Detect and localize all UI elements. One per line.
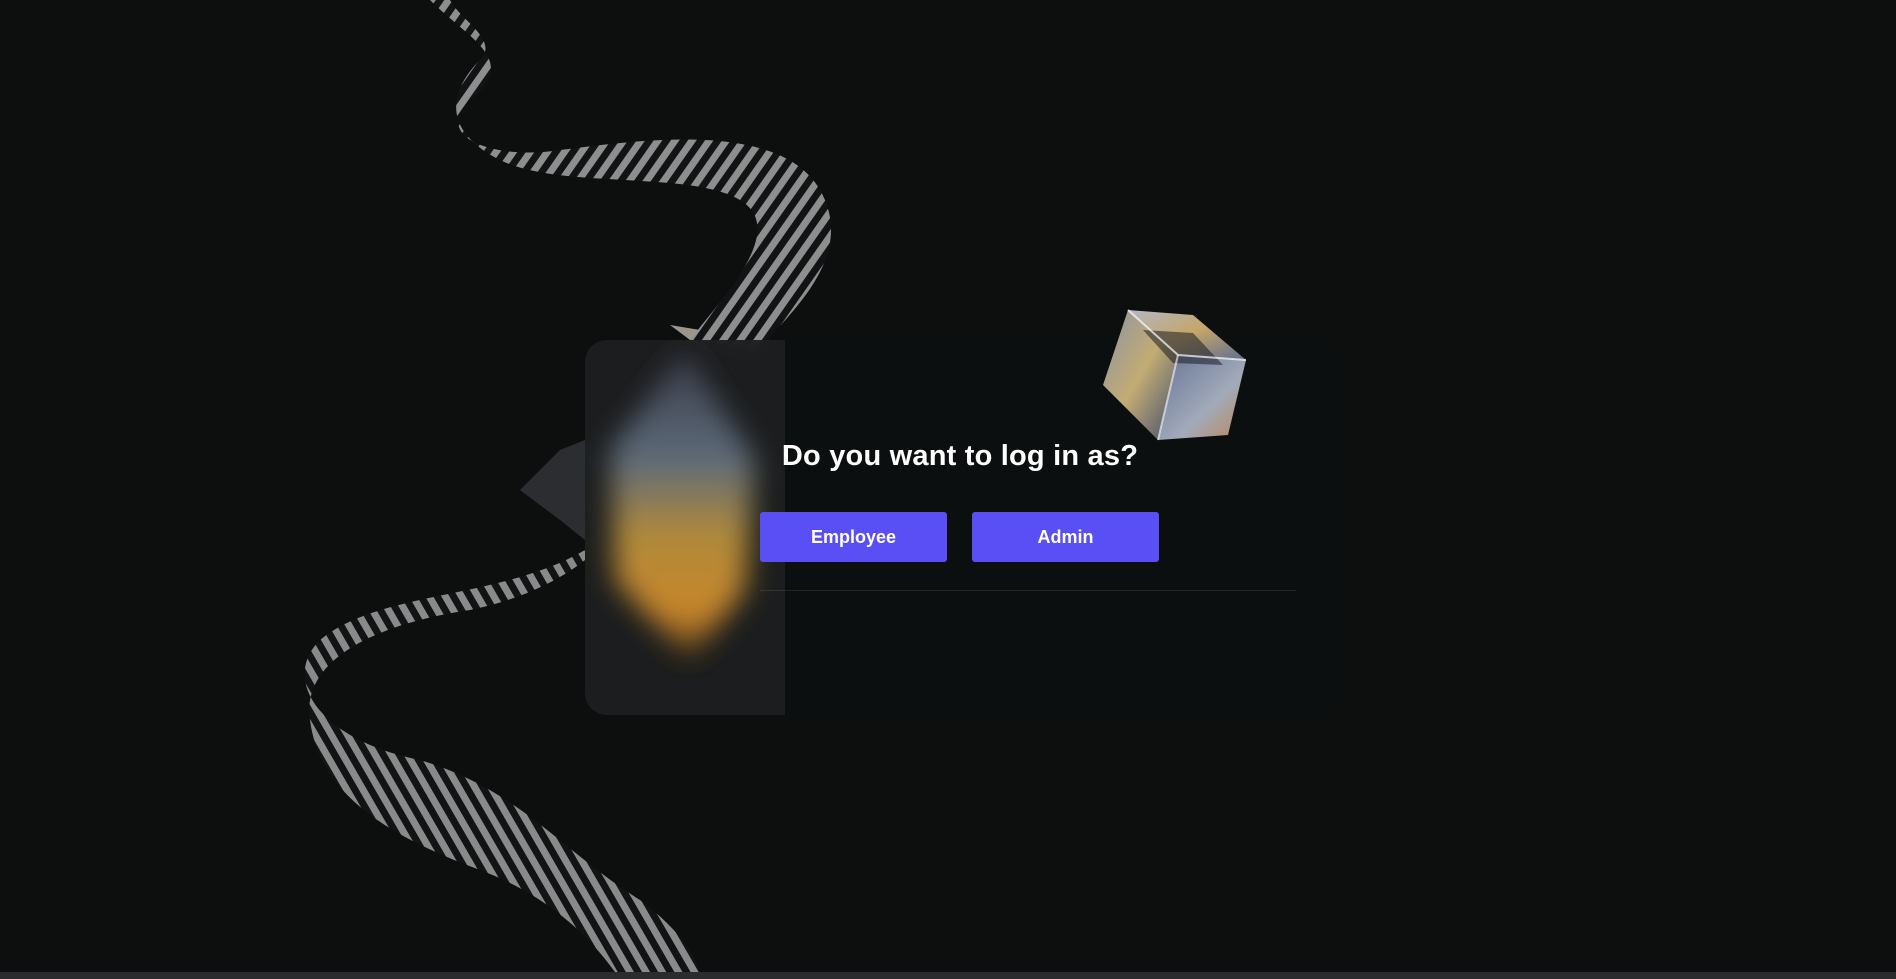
- crystal-gem-graphic: [585, 340, 785, 715]
- employee-button[interactable]: Employee: [760, 512, 947, 562]
- login-role-page: Do you want to log in as? Employee Admin: [0, 0, 1896, 979]
- admin-button[interactable]: Admin: [972, 512, 1159, 562]
- glass-cube-graphic: [1103, 309, 1247, 441]
- bottom-edge-bar: [0, 972, 1896, 979]
- dialog-divider: [760, 590, 1296, 591]
